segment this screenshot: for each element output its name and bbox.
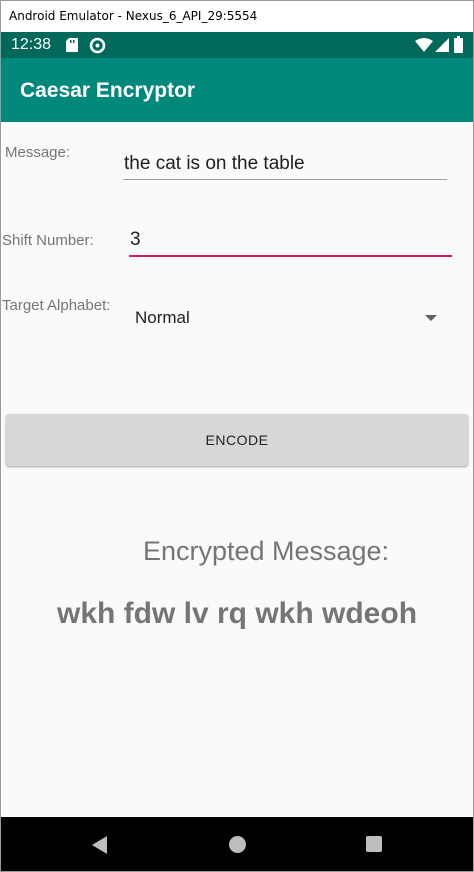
message-value: the cat is on the table <box>124 153 305 174</box>
nav-bar <box>1 817 473 871</box>
shift-value: 3 <box>130 229 141 250</box>
message-label: Message: <box>5 144 71 161</box>
message-input[interactable]: the cat is on the table <box>123 148 447 180</box>
shift-underline <box>129 255 452 257</box>
main-content: Message: the cat is on the table Shift N… <box>1 122 473 817</box>
app-title: Caesar Encryptor <box>20 79 196 102</box>
alphabet-label: Target Alphabet: <box>2 297 111 314</box>
signal-icon <box>435 38 449 57</box>
wifi-icon <box>415 38 433 57</box>
encrypted-message-title: Encrypted Message: <box>142 536 390 566</box>
recents-icon[interactable] <box>366 836 382 852</box>
encode-button[interactable]: ENCODE <box>6 414 468 466</box>
shift-number-input[interactable]: 3 <box>129 224 452 257</box>
alphabet-value: Normal <box>135 308 190 327</box>
encrypted-message-value: wkh fdw lv rq wkh wdeoh <box>56 597 418 630</box>
status-bar: 12:38 <box>1 32 473 58</box>
status-time: 12:38 <box>11 36 52 53</box>
window-titlebar: Android Emulator - Nexus_6_API_29:5554 <box>1 1 473 32</box>
app-bar: Caesar Encryptor <box>1 58 473 122</box>
battery-icon <box>454 36 463 58</box>
window-title: Android Emulator - Nexus_6_API_29:5554 <box>9 9 258 23</box>
alphabet-spinner[interactable]: Normal <box>129 300 447 336</box>
sd-card-icon <box>65 37 79 58</box>
home-icon[interactable] <box>229 836 246 853</box>
message-underline <box>123 179 447 180</box>
data-saver-icon <box>89 37 106 59</box>
shift-label: Shift Number: <box>2 232 94 249</box>
back-icon[interactable] <box>92 836 107 854</box>
chevron-down-icon <box>425 315 437 321</box>
emulator-window: Android Emulator - Nexus_6_API_29:5554 1… <box>0 0 474 872</box>
